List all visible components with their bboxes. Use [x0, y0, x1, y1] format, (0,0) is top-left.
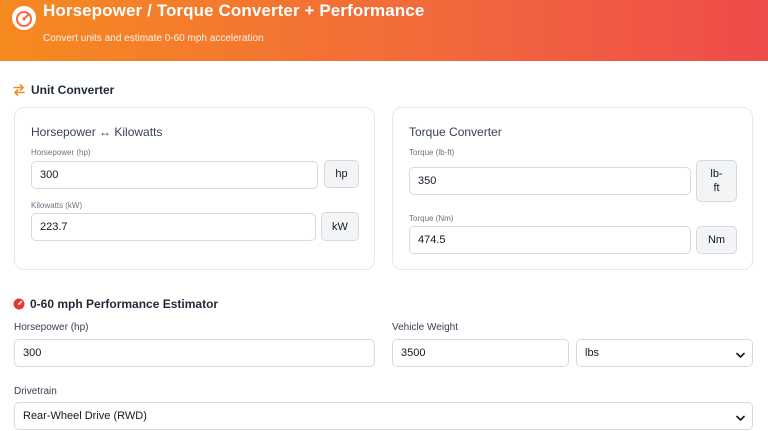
swap-arrows-icon: [13, 83, 25, 101]
hp-unit-label: hp: [324, 160, 359, 188]
vehicle-weight-input[interactable]: 3500: [392, 339, 569, 367]
drivetrain-select[interactable]: Rear-Wheel Drive (RWD): [14, 402, 753, 430]
nm-unit-label: Nm: [696, 226, 737, 254]
nm-label: Torque (Nm): [409, 214, 454, 223]
drivetrain-label: Drivetrain: [14, 386, 57, 397]
kw-input[interactable]: 223.7: [31, 213, 316, 241]
unit-converter-title: Unit Converter: [31, 83, 115, 97]
lbft-input[interactable]: 350: [409, 167, 691, 195]
chevron-down-icon: [736, 350, 745, 362]
hp-label: Horsepower (hp): [31, 148, 91, 157]
hp-kw-card: Horsepower ↔ Kilowatts Horsepower (hp) 3…: [14, 107, 375, 270]
nm-input[interactable]: 474.5: [409, 226, 691, 254]
hp-input[interactable]: 300: [31, 161, 318, 189]
lbft-unit-line2: ft: [713, 182, 720, 194]
lbft-unit-label: lb- ft: [696, 160, 737, 202]
page-subtitle: Convert units and estimate 0-60 mph acce…: [43, 33, 264, 44]
torque-card: Torque Converter Torque (lb-ft) 350 lb- …: [392, 107, 753, 270]
app-header: Horsepower / Torque Converter + Performa…: [0, 0, 768, 61]
weight-unit-value: lbs: [585, 347, 600, 359]
page-title: Horsepower / Torque Converter + Performa…: [43, 1, 425, 20]
kw-unit-label: kW: [321, 212, 359, 241]
lbft-label: Torque (lb-ft): [409, 148, 455, 157]
drivetrain-value: Rear-Wheel Drive (RWD): [23, 410, 147, 422]
estimator-title: 0-60 mph Performance Estimator: [30, 297, 219, 311]
estimator-hp-input[interactable]: 300: [14, 339, 375, 367]
weight-unit-select[interactable]: lbs: [576, 339, 753, 367]
gauge-icon: [12, 6, 36, 30]
chevron-down-icon: [736, 413, 745, 425]
torque-card-title: Torque Converter: [409, 125, 502, 139]
lbft-unit-line1: lb-: [710, 168, 723, 180]
stopwatch-icon: [13, 297, 25, 315]
hp-kw-card-title: Horsepower ↔ Kilowatts: [31, 125, 163, 139]
vehicle-weight-label: Vehicle Weight: [392, 322, 458, 333]
kw-label: Kilowatts (kW): [31, 201, 83, 210]
estimator-hp-label: Horsepower (hp): [14, 322, 89, 333]
